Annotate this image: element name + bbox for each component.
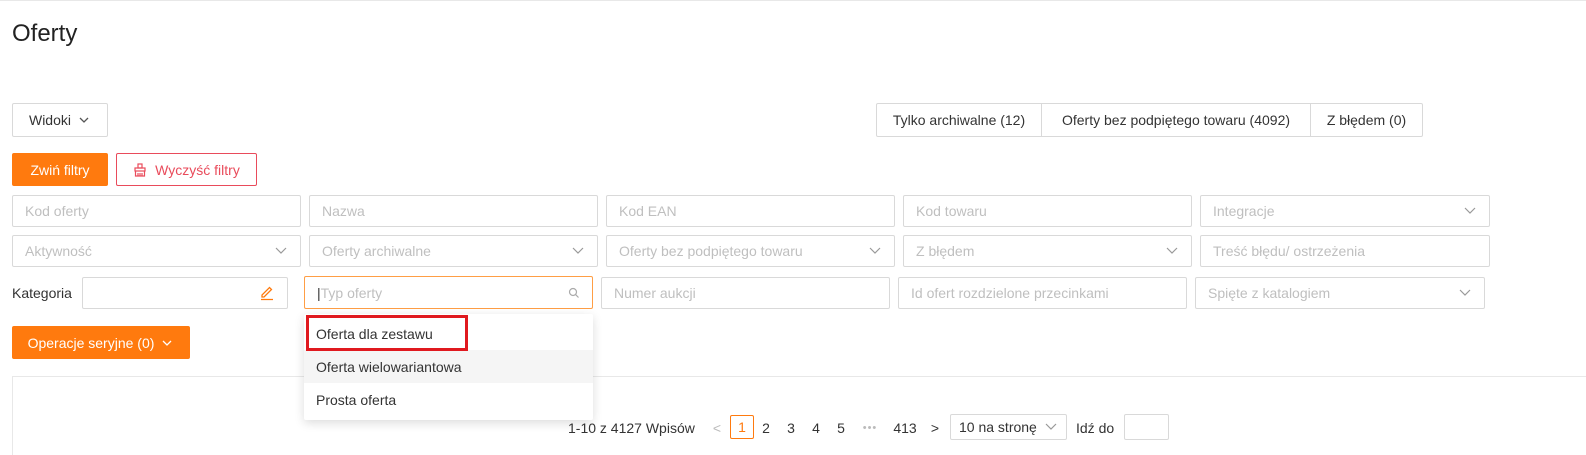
collapse-filters-label: Zwiń filtry [30,161,90,178]
search-icon [568,287,579,298]
collapse-filters-button[interactable]: Zwiń filtry [12,153,108,186]
integrations-select[interactable]: Integracje [1200,195,1490,227]
with-error-select[interactable]: Z błędem [903,235,1192,267]
quick-filter-archived[interactable]: Tylko archiwalne (12) [876,103,1042,137]
chevron-down-icon [1045,423,1057,430]
goto-page-input[interactable] [1124,414,1169,440]
page-title: Oferty [12,20,78,47]
ean-placeholder: Kod EAN [619,203,677,219]
name-input[interactable]: Nazwa [309,195,598,227]
bulk-operations-button[interactable]: Operacje seryjne (0) [12,326,190,359]
pagination-page-5[interactable]: 5 [833,418,849,438]
top-divider [0,0,1586,1]
offer-ids-placeholder: Id ofert rozdzielone przecinkami [911,285,1109,301]
auction-number-input[interactable]: Numer aukcji [601,277,890,309]
chevron-down-icon [572,247,584,254]
category-picker[interactable] [82,277,288,309]
offer-type-select[interactable]: |Typ oferty [304,276,593,309]
archived-placeholder: Oferty archiwalne [322,243,431,259]
offer-type-option-label: Prosta oferta [316,391,397,408]
offer-code-input[interactable]: Kod oferty [12,195,301,227]
chevron-down-icon [79,117,89,123]
chevron-down-icon [162,340,172,346]
ean-input[interactable]: Kod EAN [606,195,895,227]
catalog-linked-select[interactable]: Spięte z katalogiem [1195,277,1485,309]
page-size-select[interactable]: 10 na stronę [950,414,1067,440]
broom-icon [134,162,146,177]
error-text-input[interactable]: Treść błędu/ ostrzeżenia [1200,235,1490,267]
quick-filter-unlinked[interactable]: Oferty bez podpiętego towaru (4092) [1041,103,1311,137]
pagination-page-4[interactable]: 4 [808,418,824,438]
pagination-last-page[interactable]: 413 [889,418,921,438]
archived-select[interactable]: Oferty archiwalne [309,235,598,267]
error-text-placeholder: Treść błędu/ ostrzeżenia [1213,243,1365,259]
integrations-placeholder: Integracje [1213,203,1275,219]
product-code-placeholder: Kod towaru [916,203,987,219]
clear-filters-button[interactable]: Wyczyść filtry [116,153,257,186]
views-label: Widoki [28,112,71,128]
quick-filter-errors-label: Z błędem (0) [1326,112,1407,128]
chevron-down-icon [275,247,287,254]
offer-type-placeholder-text: Typ oferty [320,284,383,301]
quick-filter-unlinked-label: Oferty bez podpiętego towaru (4092) [1061,112,1291,128]
pencil-icon[interactable] [259,285,275,301]
offer-ids-input[interactable]: Id ofert rozdzielone przecinkami [898,277,1187,309]
pagination-prev[interactable]: < [710,418,724,438]
page-size-value: 10 na stronę [959,419,1037,435]
offer-type-option-label: Oferta wielowariantowa [316,358,462,375]
pagination-next[interactable]: > [928,418,942,438]
name-placeholder: Nazwa [322,203,365,219]
chevron-down-icon [1464,207,1476,214]
offer-code-placeholder: Kod oferty [25,203,89,219]
chevron-down-icon [1166,247,1178,254]
views-dropdown-button[interactable]: Widoki [12,103,108,137]
bulk-operations-label: Operacje seryjne (0) [27,334,155,351]
pagination-page-1[interactable]: 1 [730,415,754,439]
activity-placeholder: Aktywność [25,243,92,259]
highlight-box [306,315,468,351]
pagination-page-2[interactable]: 2 [758,418,774,438]
offer-type-option[interactable]: Oferta wielowariantowa [304,350,593,383]
activity-select[interactable]: Aktywność [12,235,301,267]
category-label: Kategoria [12,285,72,301]
offer-type-placeholder: |Typ oferty [317,284,383,301]
with-error-placeholder: Z błędem [916,243,975,259]
results-panel [12,376,1586,455]
pagination-page-3[interactable]: 3 [783,418,799,438]
pagination-ellipsis[interactable]: ••• [857,418,883,438]
quick-filter-archived-label: Tylko archiwalne (12) [892,112,1026,128]
product-code-input[interactable]: Kod towaru [903,195,1192,227]
pagination-summary: 1-10 z 4127 Wpisów [568,420,695,436]
clear-filters-label: Wyczyść filtry [155,161,240,178]
catalog-linked-placeholder: Spięte z katalogiem [1208,285,1331,301]
quick-filter-errors[interactable]: Z błędem (0) [1310,103,1423,137]
unlinked-select[interactable]: Oferty bez podpiętego towaru [606,235,895,267]
goto-label: Idź do [1076,420,1115,436]
unlinked-placeholder: Oferty bez podpiętego towaru [619,243,803,259]
offer-type-option[interactable]: Prosta oferta [304,383,593,416]
chevron-down-icon [1459,289,1471,296]
chevron-down-icon [869,247,881,254]
auction-number-placeholder: Numer aukcji [614,285,696,301]
